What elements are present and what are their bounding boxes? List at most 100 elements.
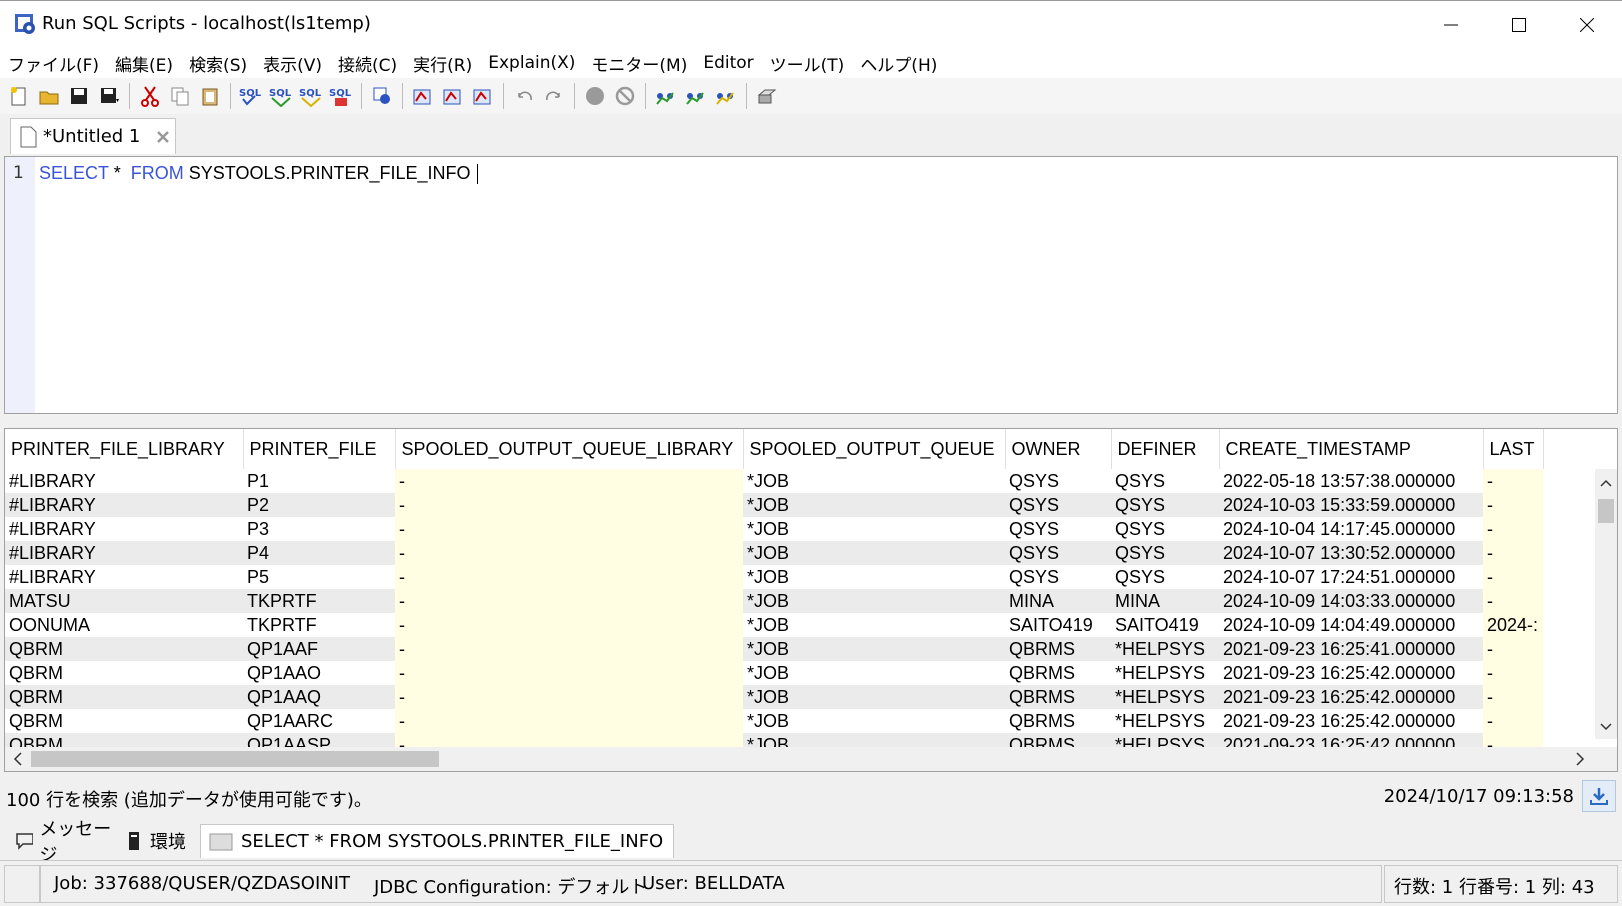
undo-button[interactable] [511,83,537,109]
table-row[interactable]: #LIBRARY P4- *JOB QSYS QSYS 2024-10-07 13:30:… [5,541,1543,565]
menu-tools[interactable]: ツール(T) [770,51,845,76]
table-cell[interactable]: - [1483,661,1543,685]
table-cell[interactable]: QSYS [1111,541,1219,565]
table-row[interactable]: QBRM QP1AARC - *JOB QBRMS *HELPSYS 2021-09-23 … [5,709,1543,733]
table-cell[interactable]: 2022-05-18 13:57:38.000000 [1219,469,1483,493]
vertical-scroll-thumb[interactable] [1598,499,1614,523]
sql-grid-button[interactable]: SQL [328,83,354,109]
menu-file[interactable]: ファイル(F) [8,51,99,76]
table-cell[interactable]: P4 [243,541,395,565]
table-row[interactable]: QBRM QP1AAF - *JOB QBRMS *HELPSYS 2021-09-23 1… [5,637,1543,661]
column-header[interactable]: DEFINER [1111,429,1220,469]
table-cell[interactable]: QSYS [1005,565,1111,589]
table-cell[interactable]: - [395,565,743,589]
table-cell[interactable]: - [1483,685,1543,709]
table-cell[interactable]: 2021-09-23 16:25:42.000000 [1219,709,1483,733]
table-cell[interactable]: *JOB [743,589,1005,613]
table-cell[interactable]: MATSU [5,589,243,613]
close-tab-icon[interactable] [156,130,170,144]
table-cell[interactable]: QSYS [1111,565,1219,589]
paste-button[interactable] [197,83,223,109]
table-cell[interactable]: MINA [1005,589,1111,613]
vertical-scrollbar[interactable] [1595,469,1617,739]
table-cell[interactable]: #LIBRARY [5,493,243,517]
table-cell[interactable]: *JOB [743,637,1005,661]
table-cell[interactable]: - [395,637,743,661]
column-header[interactable]: LAST [1483,429,1544,469]
visual-explain-button[interactable] [369,83,395,109]
minimize-button[interactable] [1416,1,1486,49]
copy-button[interactable] [167,83,193,109]
table-cell[interactable]: QSYS [1005,517,1111,541]
table-cell[interactable]: P3 [243,517,395,541]
save-all-button[interactable] [96,83,122,109]
menu-help[interactable]: ヘルプ(H) [860,51,937,76]
table-cell[interactable]: QSYS [1005,493,1111,517]
menu-search[interactable]: 検索(S) [189,51,247,76]
table-cell[interactable]: QP1AAQ [243,685,395,709]
table-cell[interactable]: 2021-09-23 16:25:41.000000 [1219,637,1483,661]
column-header[interactable]: CREATE_TIMESTAMP [1219,429,1484,469]
table-row[interactable]: #LIBRARY P1- *JOB QSYS QSYS 2022-05-18 13:57:… [5,469,1543,493]
table-cell[interactable]: - [1483,469,1543,493]
table-cell[interactable]: TKPRTF [243,589,395,613]
explain-while-running-button[interactable] [470,83,496,109]
table-cell[interactable]: QSYS [1111,469,1219,493]
table-cell[interactable]: *JOB [743,469,1005,493]
scroll-down-icon[interactable] [1595,717,1617,737]
table-cell[interactable]: QSYS [1005,541,1111,565]
table-cell[interactable]: MINA [1111,589,1219,613]
table-cell[interactable]: *HELPSYS [1111,661,1219,685]
table-cell[interactable]: QBRM [5,637,243,661]
table-cell[interactable]: *JOB [743,565,1005,589]
scroll-up-icon[interactable] [1595,473,1617,493]
table-cell[interactable]: OONUMA [5,613,243,637]
stop-button[interactable] [582,83,608,109]
save-button[interactable] [66,83,92,109]
table-cell[interactable]: #LIBRARY [5,517,243,541]
table-row[interactable]: #LIBRARY P2- *JOB QSYS QSYS 2024-10-03 15:33:… [5,493,1543,517]
table-cell[interactable]: - [395,541,743,565]
table-cell[interactable]: - [395,493,743,517]
column-header[interactable]: SPOOLED_OUTPUT_QUEUE_LIBRARY [395,429,744,469]
table-cell[interactable]: QP1AARC [243,709,395,733]
fetch-more-button[interactable] [1582,780,1616,812]
table-cell[interactable]: *JOB [743,661,1005,685]
table-cell[interactable]: SAITO419 [1111,613,1219,637]
run-from-selected-button[interactable]: SQL [298,83,324,109]
table-cell[interactable]: *JOB [743,685,1005,709]
table-cell[interactable]: - [1483,589,1543,613]
table-cell[interactable]: QBRMS [1005,685,1111,709]
table-cell[interactable]: QBRM [5,661,243,685]
table-cell[interactable]: QP1AAO [243,661,395,685]
table-cell[interactable]: - [1483,541,1543,565]
tab-environment[interactable]: 環境 [126,824,196,858]
table-row[interactable]: MATSU TKPRTF - *JOB MINA MINA 2024-10-09 14:03… [5,589,1543,613]
table-cell[interactable]: P2 [243,493,395,517]
table-cell[interactable]: 2024-10-07 13:30:52.000000 [1219,541,1483,565]
table-cell[interactable]: - [1483,565,1543,589]
table-cell[interactable]: *JOB [743,493,1005,517]
table-cell[interactable]: QBRMS [1005,661,1111,685]
table-cell[interactable]: - [395,469,743,493]
table-cell[interactable]: - [395,589,743,613]
monitor-start-button[interactable] [653,83,679,109]
table-cell[interactable]: 2024-10-03 15:33:59.000000 [1219,493,1483,517]
table-cell[interactable]: QBRM [5,709,243,733]
table-cell[interactable]: #LIBRARY [5,565,243,589]
table-cell[interactable]: 2024-10-09 14:04:49.000000 [1219,613,1483,637]
table-cell[interactable]: - [1483,637,1543,661]
redo-button[interactable] [541,83,567,109]
tab-query-result[interactable]: SELECT * FROM SYSTOOLS.PRINTER_FILE_INFO [200,824,674,858]
table-cell[interactable]: *HELPSYS [1111,685,1219,709]
table-cell[interactable]: - [1483,709,1543,733]
table-row[interactable]: OONUMA TKPRTF - *JOB SAITO419 SAITO419 2024-10… [5,613,1543,637]
explain-only-button[interactable] [410,83,436,109]
column-header[interactable]: PRINTER_FILE [243,429,396,469]
table-cell[interactable]: QSYS [1005,469,1111,493]
column-header[interactable]: PRINTER_FILE_LIBRARY [5,429,244,469]
table-cell[interactable]: - [395,613,743,637]
monitor-stop-button[interactable] [713,83,739,109]
table-cell[interactable]: QP1AAF [243,637,395,661]
table-cell[interactable]: 2021-09-23 16:25:42.000000 [1219,685,1483,709]
